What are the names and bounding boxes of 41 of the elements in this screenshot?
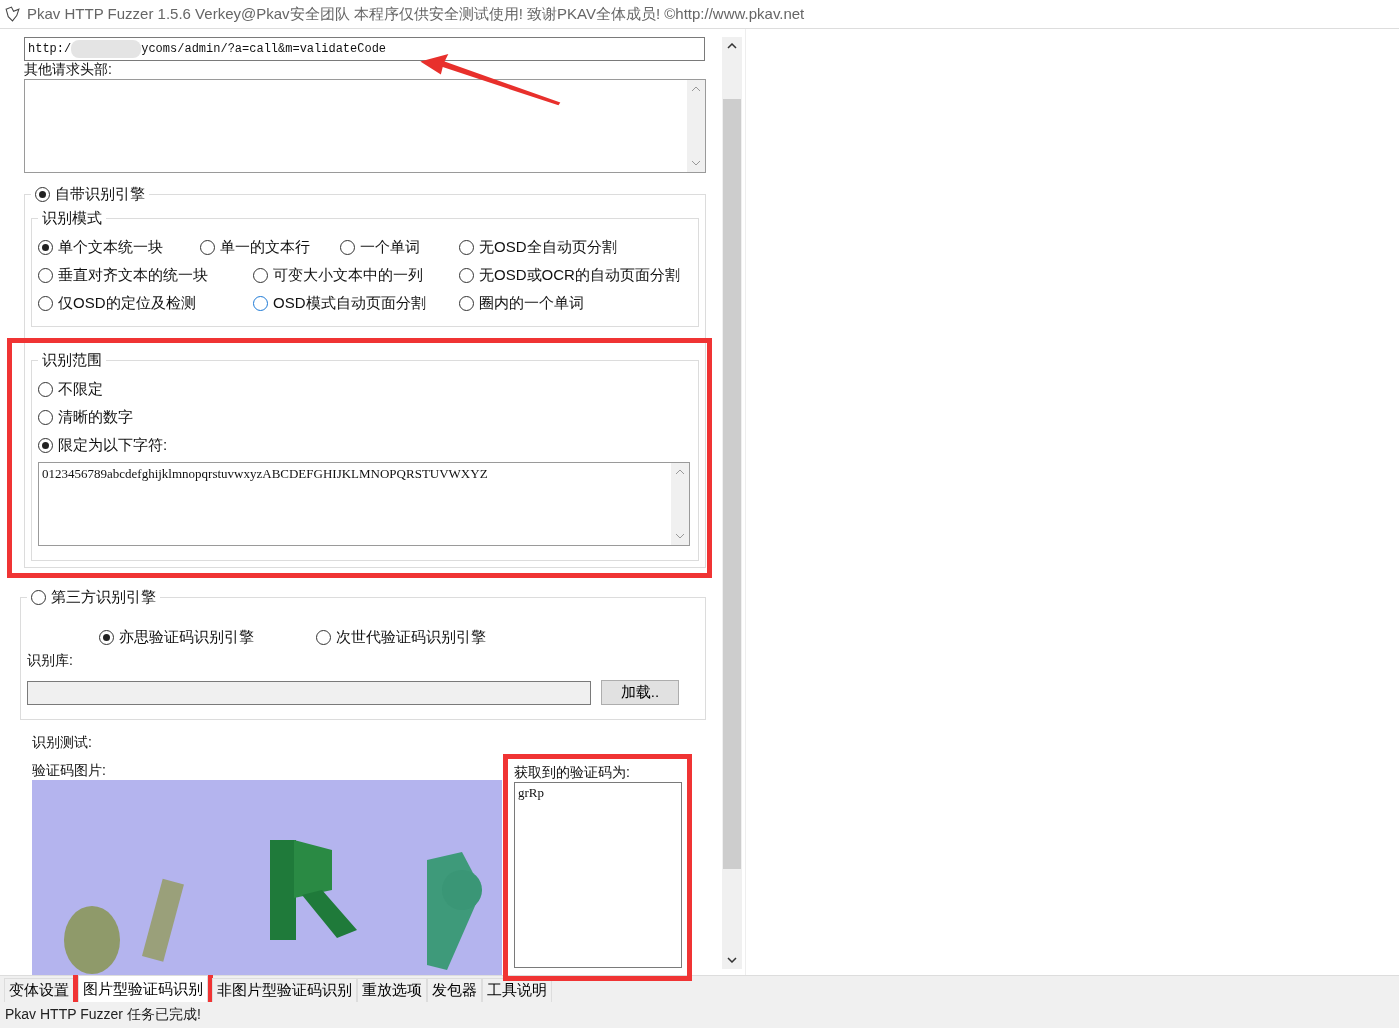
scrollbar[interactable] [722, 37, 742, 970]
blurred-region [71, 40, 142, 59]
field-label: 其他请求头部: [24, 61, 113, 80]
tab[interactable]: 变体设置 [4, 978, 74, 1003]
radio-button[interactable]: 一个单词 [340, 236, 420, 259]
radio-button[interactable]: 限定为以下字符: [38, 434, 692, 457]
radio-button[interactable]: 无OSD全自动页分割 [459, 236, 617, 259]
window-title: Pkav HTTP Fuzzer 1.5.6 Verkey@Pkav安全团队 本程序仅供安全测试使用! 致谢PKAV全体成员! ©http://www.pkav.net [27, 4, 805, 24]
radio-button[interactable]: 亦思验证码识别引擎 [99, 626, 254, 649]
radio-button[interactable]: 不限定 [38, 378, 692, 401]
radio-button[interactable]: 垂直对齐文本的统一块 [38, 264, 208, 287]
radio-button[interactable]: 单个文本统一块 [38, 236, 163, 259]
url-field[interactable]: http:/ ycoms/admin/?a=call&m=validateCode [24, 37, 705, 62]
field-label: 获取到的验证码为: [514, 764, 631, 783]
radio-button[interactable]: 清晰的数字 [38, 406, 692, 429]
radio-button[interactable]: 次世代验证码识别引擎 [316, 626, 486, 649]
app-icon [4, 5, 21, 23]
radio-button[interactable]: 第三方识别引擎 [31, 586, 156, 609]
group-label: 识别范围 [41, 351, 103, 371]
result-field[interactable]: grRp [514, 782, 682, 969]
headers-field[interactable] [24, 79, 706, 174]
radio-button[interactable]: 单一的文本行 [200, 236, 310, 259]
radio-button[interactable]: 自带识别引擎 [35, 183, 145, 206]
chevron-down-icon[interactable] [727, 957, 737, 964]
radio-button[interactable]: 可变大小文本中的一列 [253, 264, 423, 287]
tab[interactable]: 重放选项 [357, 978, 427, 1003]
group-label: 识别模式 [41, 209, 103, 229]
tab[interactable]: 发包器 [427, 978, 482, 1003]
load-button[interactable]: 加载.. [601, 680, 679, 706]
radio-button[interactable]: 仅OSD的定位及检测 [38, 292, 196, 315]
tab[interactable]: 非图片型验证码识别 [212, 978, 357, 1003]
section-label: 识别测试: [32, 734, 93, 753]
radio-button[interactable]: OSD模式自动页面分割 [253, 292, 426, 315]
radio-button[interactable]: 无OSD或OCR的自动页面分割 [459, 264, 680, 287]
chevron-up-icon[interactable] [727, 43, 737, 50]
status-text: Pkav HTTP Fuzzer 任务已完成! [0, 1002, 1399, 1028]
field-label: 识别库: [27, 652, 74, 671]
radio-button[interactable]: 圈内的一个单词 [459, 292, 584, 315]
charset-field[interactable]: 0123456789abcdefghijklmnopqrstuvwxyzABCDEFGHIJKLMNOPQRSTUVWXYZ [38, 462, 690, 547]
field-label: 验证码图片: [32, 762, 107, 781]
library-path-field[interactable] [27, 680, 591, 705]
